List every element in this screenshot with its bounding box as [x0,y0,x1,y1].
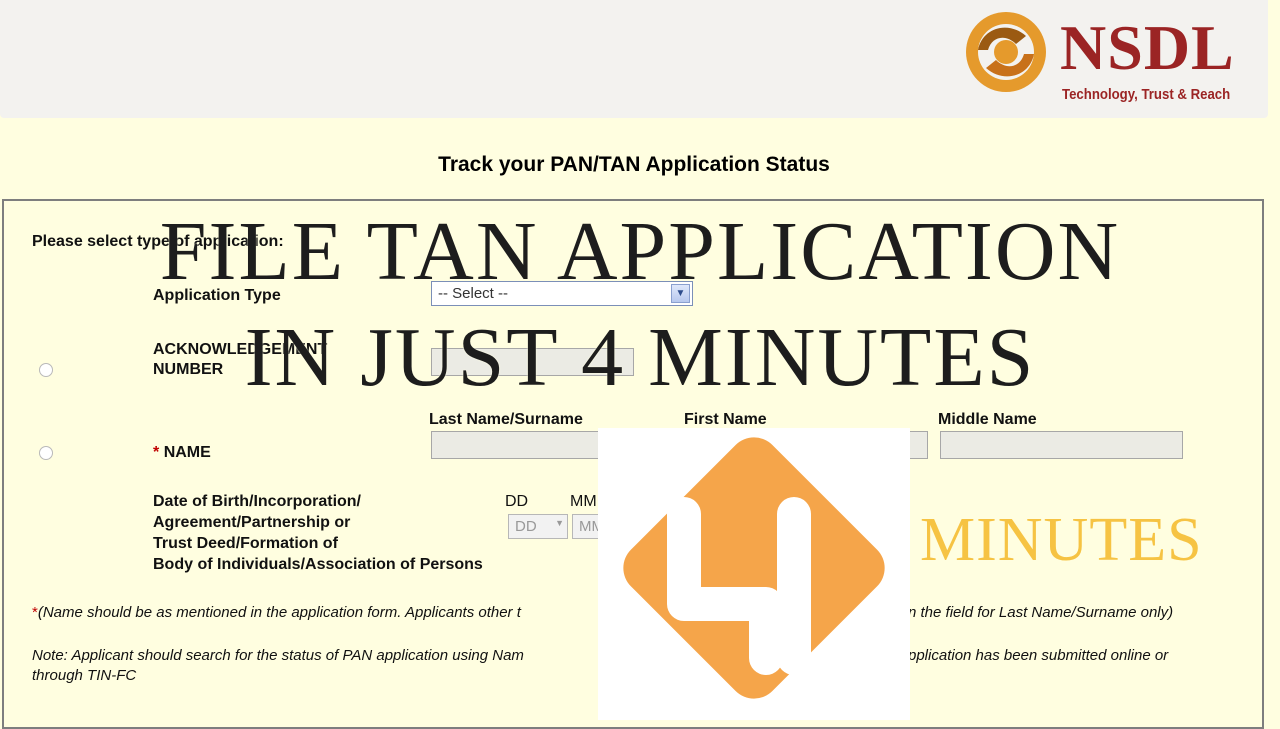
name-note-left: *(Name should be as mentioned in the app… [32,603,521,622]
dob-label-line2: Agreement/Partnership or [153,514,351,531]
middle-name-header: Middle Name [938,411,1037,428]
page-header: NSDL Technology, Trust & Reach [0,0,1268,118]
chevron-down-icon: ▼ [555,518,564,528]
overlay-title-line2: IN JUST 4 MINUTES [244,311,1036,404]
name-label: * NAME [153,442,211,463]
name-note-left-text: (Name should be as mentioned in the appl… [37,604,521,621]
minutes-label: MINUTES [920,506,1203,574]
four-badge-panel: 4 [598,428,910,720]
last-name-input[interactable] [431,431,601,459]
name-note-right: n the field for Last Name/Surname only) [908,604,1174,621]
name-label-text: NAME [163,444,211,461]
first-name-header: First Name [684,411,767,428]
dd-select[interactable]: DD ▼ [508,514,568,539]
logo-wordmark: NSDL [1060,12,1235,83]
logo-tagline: Technology, Trust & Reach [1062,86,1231,103]
dob-label-line1: Date of Birth/Incorporation/ [153,493,361,510]
required-mark: * [153,444,160,461]
search-note-line2: through TIN-FC [32,667,137,684]
mm-header: MM [570,493,597,510]
middle-name-input[interactable] [940,431,1183,459]
dob-label-line4: Body of Individuals/Association of Perso… [153,556,483,573]
dd-header: DD [505,493,529,510]
nsdl-swirl-icon [966,12,1046,92]
search-note-right: pplication has been submitted online or [908,647,1169,664]
nsdl-logo[interactable]: NSDL Technology, Trust & Reach [964,4,1254,112]
search-note-left: Note: Applicant should search for the st… [32,647,524,664]
four-diamond-icon: 4 [623,437,885,699]
dd-select-value: DD [515,518,537,535]
overlay-title-line1: FILE TAN APPLICATION [159,205,1121,298]
page-title: Track your PAN/TAN Application Status [438,153,830,176]
name-radio[interactable] [39,446,53,460]
dob-label-line3: Trust Deed/Formation of [153,535,338,552]
last-name-header: Last Name/Surname [429,411,583,428]
